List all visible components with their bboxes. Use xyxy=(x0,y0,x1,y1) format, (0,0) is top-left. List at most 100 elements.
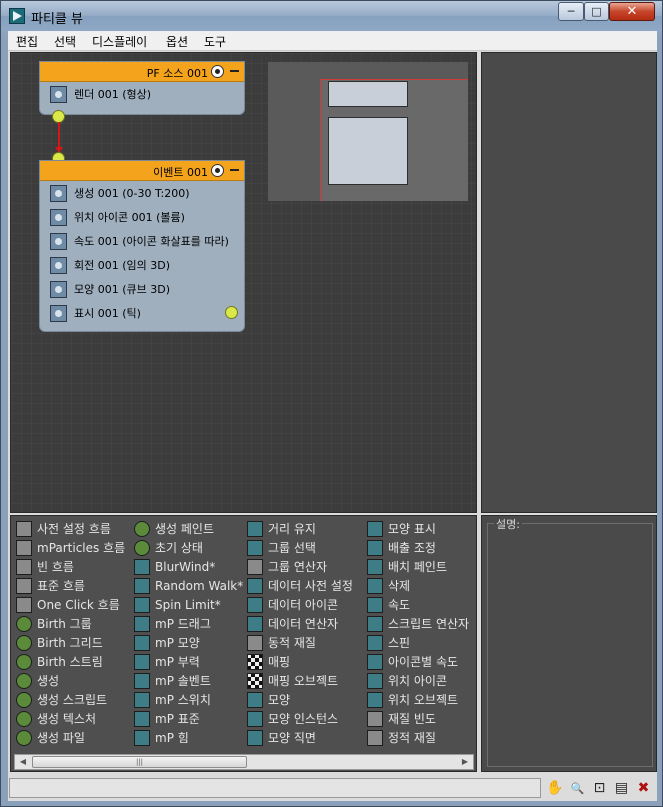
depot-item[interactable]: 모양 xyxy=(247,690,353,709)
depot-item[interactable]: 아이콘별 속도 xyxy=(367,652,469,671)
depot-item[interactable]: 생성 파일 xyxy=(16,728,125,747)
depot-item[interactable]: 그룹 연산자 xyxy=(247,557,353,576)
pan-icon[interactable]: ✋ xyxy=(546,780,563,797)
depot-item[interactable]: Birth 스트림 xyxy=(16,652,125,671)
depot-item[interactable]: 스크립트 연산자 xyxy=(367,614,469,633)
operator-position-icon[interactable]: 위치 아이콘 001 (볼륨) xyxy=(40,205,244,229)
depot-item-label: mP 드래그 xyxy=(155,617,211,631)
depot-item[interactable]: 생성 xyxy=(16,671,125,690)
shape-icon xyxy=(134,634,150,651)
depot-item[interactable]: 데이터 연산자 xyxy=(247,614,353,633)
depot-item[interactable]: 빈 흐름 xyxy=(16,557,125,576)
node-header[interactable]: PF 소스 001 xyxy=(40,62,244,82)
menu-options[interactable]: 옵션 xyxy=(166,33,188,50)
depot-item[interactable]: mP 솔벤트 xyxy=(134,671,243,690)
close-button[interactable]: ✕ xyxy=(609,2,655,21)
depot-item[interactable]: 그룹 선택 xyxy=(247,538,353,557)
depot-item[interactable]: 매핑 오브젝트 xyxy=(247,671,353,690)
depot-item[interactable]: 생성 텍스처 xyxy=(16,709,125,728)
depot-item[interactable]: mP 드래그 xyxy=(134,614,243,633)
depot-item[interactable]: 위치 아이콘 xyxy=(367,671,469,690)
depot-item-label: Spin Limit* xyxy=(155,597,221,612)
collapse-icon[interactable] xyxy=(230,169,239,171)
depot-item[interactable]: Birth 그룹 xyxy=(16,614,125,633)
operator-speed[interactable]: 속도 001 (아이콘 화살표를 따라) xyxy=(40,229,244,253)
flow-icon xyxy=(16,520,32,537)
depot-item[interactable]: 데이터 사전 설정 xyxy=(247,576,353,595)
depot-item[interactable]: 속도 xyxy=(367,595,469,614)
depot-item[interactable]: 모양 직면 xyxy=(247,728,353,747)
collapse-icon[interactable] xyxy=(230,70,239,72)
placement-icon xyxy=(367,558,383,575)
zoom-icon[interactable]: 🔍 xyxy=(569,780,586,797)
maximize-button[interactable]: □ xyxy=(584,2,609,21)
depot-item[interactable]: 배치 페인트 xyxy=(367,557,469,576)
depot-item[interactable]: mParticles 흐름 xyxy=(16,538,125,557)
birth-icon xyxy=(16,672,32,689)
depot-item[interactable]: mP 모양 xyxy=(134,633,243,652)
depot-item[interactable]: 삭제 xyxy=(367,576,469,595)
depot-item[interactable]: mP 표준 xyxy=(134,709,243,728)
depot-item[interactable]: 사전 설정 흐름 xyxy=(16,519,125,538)
wind-icon xyxy=(134,558,150,575)
operator-label: 속도 001 (아이콘 화살표를 따라) xyxy=(74,235,229,248)
depot-item[interactable]: mP 부력 xyxy=(134,652,243,671)
delete-icon xyxy=(367,577,383,594)
scroll-right-arrow-icon[interactable]: ▶ xyxy=(457,755,473,769)
operator-rotation[interactable]: 회전 001 (임의 3D) xyxy=(40,253,244,277)
navigator-preview[interactable] xyxy=(268,62,468,201)
depot-item[interactable]: BlurWind* xyxy=(134,557,243,576)
output-socket[interactable] xyxy=(225,306,238,319)
zoom-region-icon[interactable]: ⊡ xyxy=(591,780,608,797)
depot-item[interactable]: mP 스위치 xyxy=(134,690,243,709)
depot-item[interactable]: 정적 재질 xyxy=(367,728,469,747)
menu-edit[interactable]: 편집 xyxy=(16,33,38,50)
pf-source-node[interactable]: PF 소스 001 렌더 001 (형상) xyxy=(39,61,245,115)
depot-item[interactable]: 모양 인스턴스 xyxy=(247,709,353,728)
depot-item[interactable]: 재질 빈도 xyxy=(367,709,469,728)
menu-select[interactable]: 선택 xyxy=(54,33,76,50)
minimize-button[interactable]: ─ xyxy=(558,2,584,21)
depot-item[interactable]: 매핑 xyxy=(247,652,353,671)
title-bar[interactable]: 파티클 뷰 ─ □ ✕ xyxy=(1,1,662,31)
depot-item[interactable]: 모양 표시 xyxy=(367,519,469,538)
menu-tools[interactable]: 도구 xyxy=(204,33,226,50)
scroll-left-arrow-icon[interactable]: ◀ xyxy=(15,755,31,769)
switch-icon xyxy=(134,691,150,708)
light-bulb-icon[interactable] xyxy=(211,164,224,177)
light-bulb-icon[interactable] xyxy=(211,65,224,78)
event-display-canvas[interactable]: PF 소스 001 렌더 001 (형상) 이벤트 001 생성 001 (0-… xyxy=(10,52,477,513)
operator-render[interactable]: 렌더 001 (형상) xyxy=(40,82,244,106)
operator-label: 위치 아이콘 001 (볼륨) xyxy=(74,211,185,224)
depot-item[interactable]: mP 힘 xyxy=(134,728,243,747)
operator-display[interactable]: 표시 001 (틱) xyxy=(40,301,244,325)
depot-item[interactable]: 거리 유지 xyxy=(247,519,353,538)
depot-item[interactable]: 스핀 xyxy=(367,633,469,652)
menu-display[interactable]: 디스플레이 xyxy=(92,33,147,50)
depot-item[interactable]: 생성 스크립트 xyxy=(16,690,125,709)
depot-item-label: mP 모양 xyxy=(155,636,200,650)
no-zoom-icon[interactable]: ✖ xyxy=(635,780,652,797)
operator-birth[interactable]: 생성 001 (0-30 T:200) xyxy=(40,181,244,205)
horizontal-scrollbar[interactable]: ◀ ||| ▶ xyxy=(14,754,474,770)
depot-item[interactable]: 동적 재질 xyxy=(247,633,353,652)
depot-item[interactable]: 표준 흐름 xyxy=(16,576,125,595)
parameters-panel xyxy=(481,52,657,513)
depot-item[interactable]: 생성 페인트 xyxy=(134,519,243,538)
node-header[interactable]: 이벤트 001 xyxy=(40,161,244,181)
depot-item-label: 위치 아이콘 xyxy=(388,674,448,688)
operator-shape[interactable]: 모양 001 (큐브 3D) xyxy=(40,277,244,301)
depot-item[interactable]: Spin Limit* xyxy=(134,595,243,614)
depot-item[interactable]: Birth 그리드 xyxy=(16,633,125,652)
scroll-thumb[interactable]: ||| xyxy=(32,756,247,768)
depot-item[interactable]: 배출 조정 xyxy=(367,538,469,557)
zoom-extents-icon[interactable]: ▤ xyxy=(613,780,630,797)
material-icon xyxy=(247,634,263,651)
rotation-icon xyxy=(50,256,67,274)
depot-item[interactable]: 위치 오브젝트 xyxy=(367,690,469,709)
depot-item[interactable]: 초기 상태 xyxy=(134,538,243,557)
depot-item[interactable]: Random Walk* xyxy=(134,576,243,595)
depot-item[interactable]: One Click 흐름 xyxy=(16,595,125,614)
event-node[interactable]: 이벤트 001 생성 001 (0-30 T:200) 위치 아이콘 001 (… xyxy=(39,160,245,332)
depot-item[interactable]: 데이터 아이콘 xyxy=(247,595,353,614)
